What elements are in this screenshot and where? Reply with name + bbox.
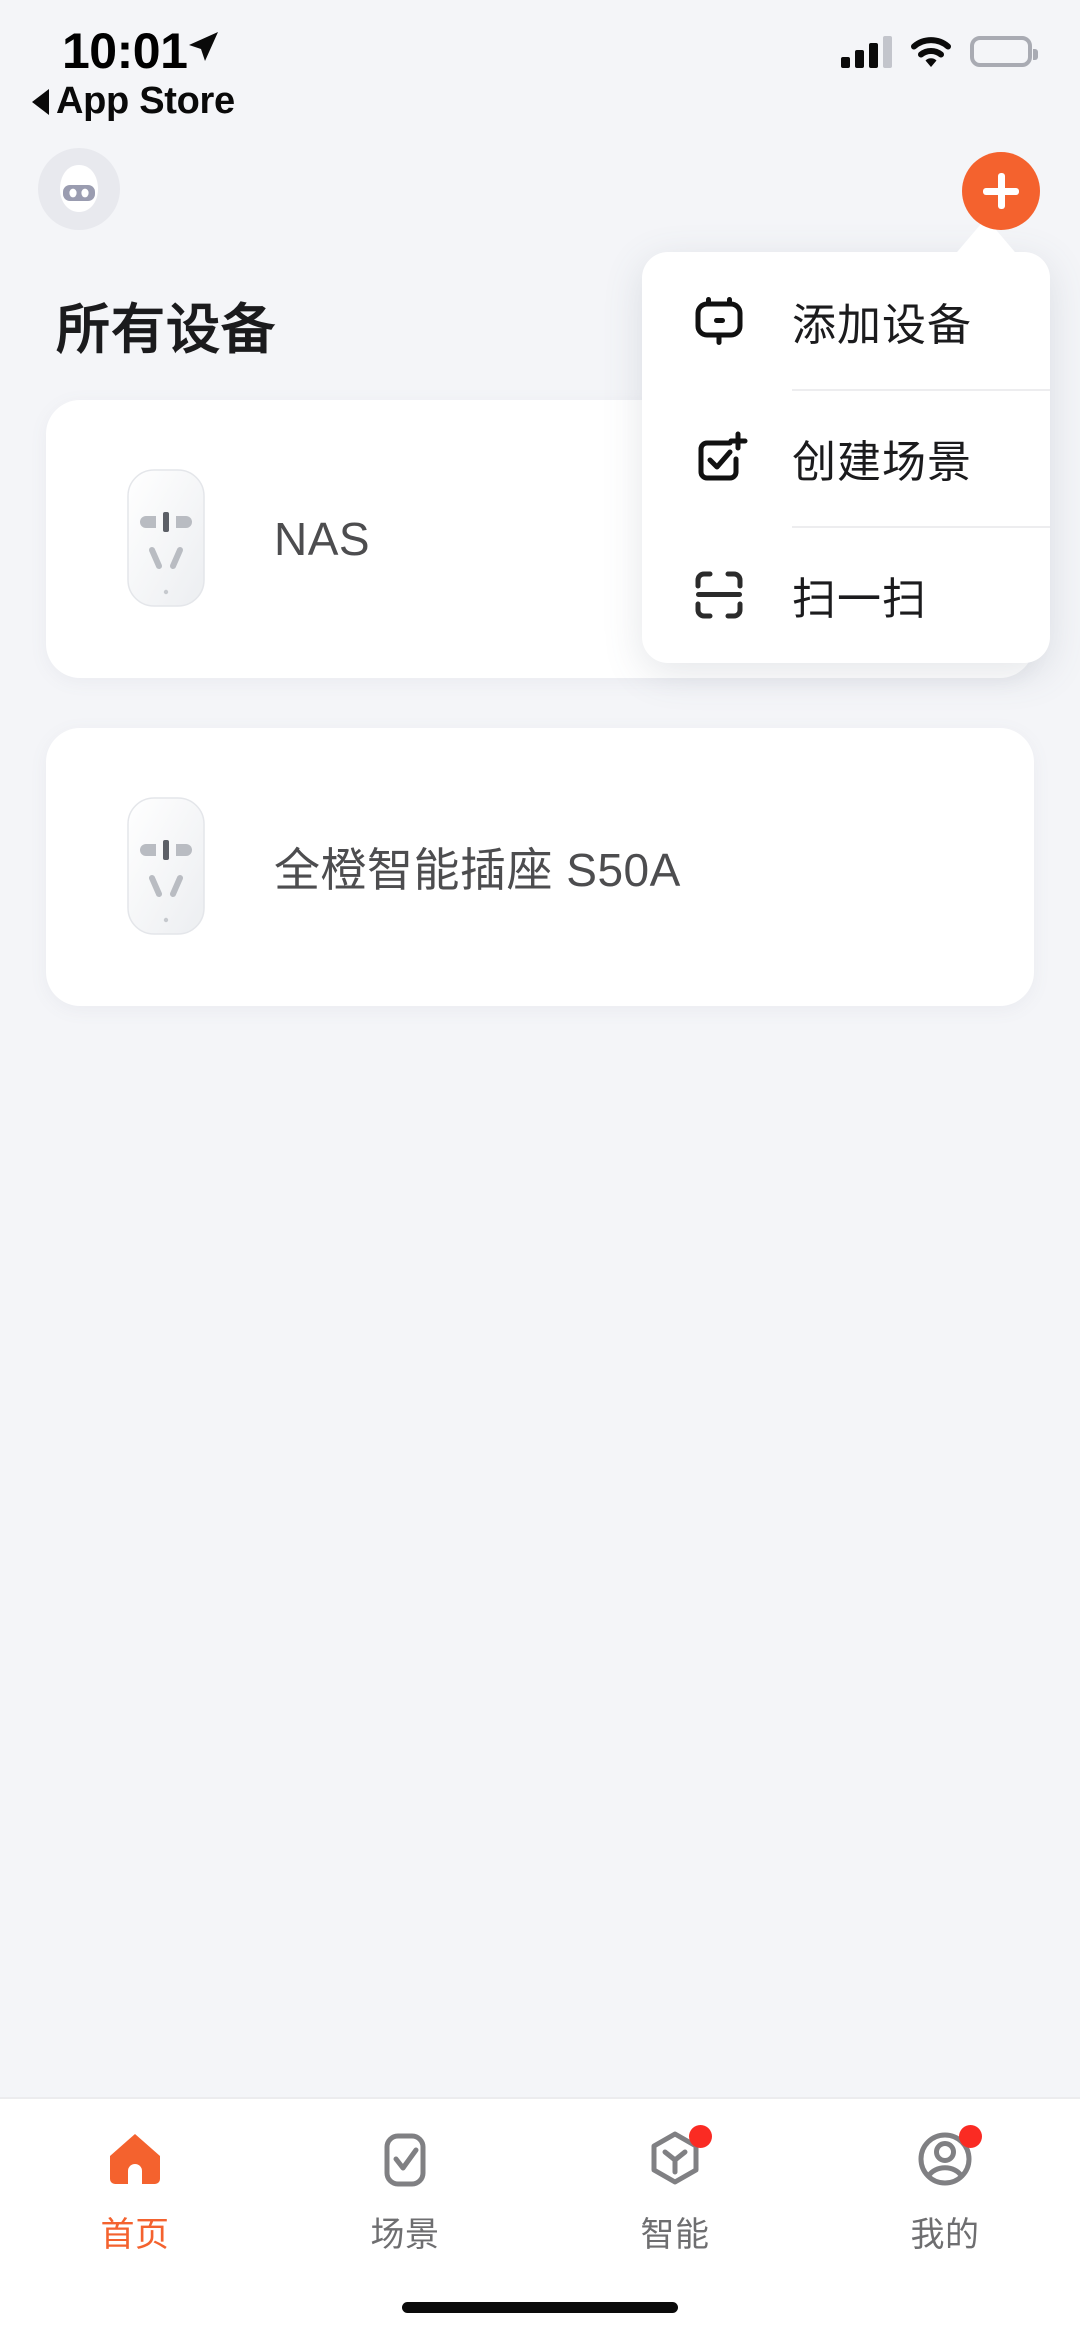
device-name: NAS xyxy=(274,513,371,565)
device-card[interactable]: 全橙智能插座 S50A xyxy=(46,728,1034,1006)
battery-icon xyxy=(970,35,1038,67)
notification-badge xyxy=(959,2125,982,2148)
page-title: 所有设备 xyxy=(56,300,276,360)
status-bar: 10:01 App Store xyxy=(0,0,1080,135)
tab-profile[interactable]: 我的 xyxy=(810,2099,1080,2337)
menu-item-add-device[interactable]: 添加设备 xyxy=(642,252,1050,389)
notification-badge xyxy=(689,2125,712,2148)
cellular-signal-icon xyxy=(841,34,892,68)
smart-plug-device-icon xyxy=(688,292,750,350)
smart-socket-photo xyxy=(114,464,218,614)
app-screen: 10:01 App Store 所有设备 NAS 全橙智能插座 S50A 添加设… xyxy=(0,0,1080,2337)
back-to-app-store-link[interactable]: App Store xyxy=(32,80,235,123)
tab-bar: 首页 场景 智能 我的 xyxy=(0,2097,1080,2337)
menu-item-create-scene[interactable]: 创建场景 xyxy=(642,389,1050,526)
scene-checkbox-icon xyxy=(372,2127,438,2193)
menu-item-label: 扫一扫 xyxy=(792,574,927,624)
add-popup-menu: 添加设备 创建场景 扫一扫 xyxy=(642,252,1050,663)
menu-item-label: 添加设备 xyxy=(792,300,972,350)
profile-person-icon xyxy=(912,2125,982,2193)
location-arrow-icon xyxy=(189,32,218,61)
tab-label: 智能 xyxy=(640,2216,710,2254)
home-icon xyxy=(102,2127,168,2193)
status-bar-time: 10:01 xyxy=(62,23,188,79)
status-bar-indicators xyxy=(841,34,1038,68)
home-indicator[interactable] xyxy=(402,2302,678,2313)
add-button[interactable] xyxy=(962,152,1040,230)
device-name: 全橙智能插座 S50A xyxy=(274,844,681,896)
tab-home[interactable]: 首页 xyxy=(0,2099,270,2337)
create-scene-checkbox-plus-icon xyxy=(688,429,750,487)
user-avatar-ninja-icon xyxy=(60,165,98,212)
smart-hexagon-icon xyxy=(642,2125,712,2193)
tab-label: 场景 xyxy=(370,2216,440,2254)
tab-label: 我的 xyxy=(910,2216,980,2254)
scan-qr-code-icon xyxy=(688,566,750,624)
wifi-icon xyxy=(911,37,951,67)
back-link-label: App Store xyxy=(56,80,235,122)
tab-label: 首页 xyxy=(100,2216,170,2254)
menu-item-scan[interactable]: 扫一扫 xyxy=(642,526,1050,663)
back-triangle-icon xyxy=(32,88,49,115)
avatar[interactable] xyxy=(38,148,120,230)
menu-item-label: 创建场景 xyxy=(792,437,972,487)
smart-socket-photo xyxy=(114,792,218,942)
